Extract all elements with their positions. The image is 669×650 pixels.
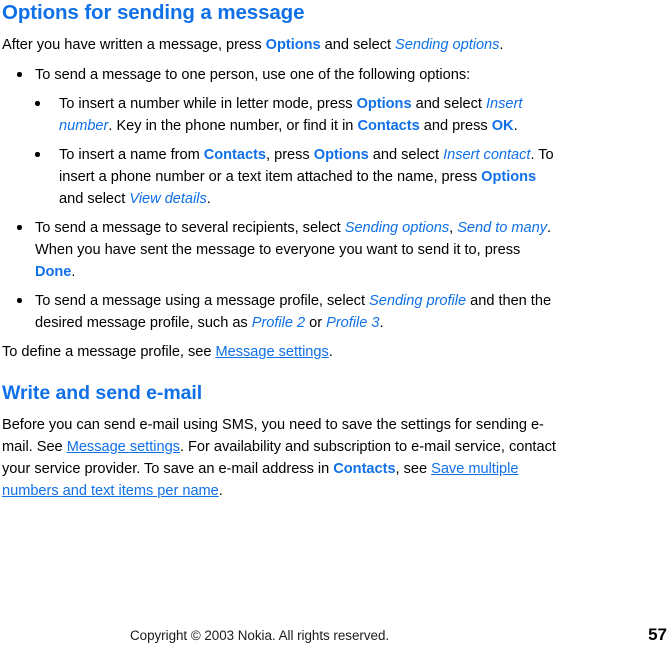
send-many-text-1: To send a message to several recipients,… [35,220,345,236]
menu-view-details: View details [129,191,207,207]
list-item: To send a message to several recipients,… [2,217,562,283]
subsection-title: Write and send e-mail [2,382,203,404]
insert-number-text-1: To insert a number while in letter mode,… [59,96,357,112]
key-options: Options [313,147,369,163]
closing-text-1: To define a message profile, see [2,344,216,360]
send-one-person-sublist: To insert a number while in letter mode,… [35,93,562,210]
send-many-text-2: , [449,220,458,236]
email-text-4: . [218,483,223,499]
bullet-dot-icon [35,152,40,157]
insert-number-text-4: and press [419,118,492,134]
bullet-send-one-person-text: To send a message to one person, use one… [35,67,471,83]
insert-contact-text-2: , press [266,147,314,163]
list-item: To send a message using a message profil… [2,290,562,334]
page-footer: Copyright © 2003 Nokia. All rights reser… [0,625,669,650]
menu-sending-profile: Sending profile [369,293,467,309]
intro-paragraph: After you have written a message, press … [2,34,562,56]
key-contacts: Contacts [203,147,267,163]
send-profile-text-4: . [379,315,384,331]
list-item: To insert a name from Contacts, press Op… [35,144,564,210]
menu-insert-contact: Insert contact [443,147,531,163]
bullet-dot-icon [35,101,40,106]
menu-profile-3: Profile 3 [326,315,380,331]
bullet-dot-icon [17,72,22,77]
key-options: Options [265,37,321,53]
intro-text-1: After you have written a message, press [2,37,266,53]
menu-send-to-many: Send to many [457,220,547,236]
intro-text-2: and select [320,37,396,53]
page-title: Options for sending a message [2,1,305,24]
key-contacts: Contacts [357,118,420,134]
list-item: To send a message to one person, use one… [2,64,562,210]
link-message-settings[interactable]: Message settings [216,344,329,360]
intro-text-3: . [499,37,504,53]
insert-contact-text-1: To insert a name from [59,147,204,163]
bullet-dot-icon [17,298,22,303]
key-done: Done [35,264,72,280]
key-contacts: Contacts [333,461,396,477]
menu-sending-options: Sending options [395,37,500,53]
link-message-settings[interactable]: Message settings [67,439,180,455]
insert-contact-text-5: and select [59,191,130,207]
closing-text-2: . [328,344,333,360]
insert-contact-text-3: and select [368,147,444,163]
insert-number-text-5: . [513,118,518,134]
email-text-3: , see [395,461,432,477]
send-profile-text-1: To send a message using a message profil… [35,293,370,309]
email-paragraph: Before you can send e-mail using SMS, yo… [2,414,562,502]
key-options: Options [356,96,412,112]
send-many-text-4: . [71,264,76,280]
insert-contact-text-6: . [206,191,211,207]
page-content: Options for sending a message After you … [2,0,602,502]
list-item: To insert a number while in letter mode,… [35,93,564,137]
menu-profile-2: Profile 2 [251,315,306,331]
menu-sending-options: Sending options [344,220,450,236]
document-page: Options for sending a message After you … [0,0,669,650]
key-ok: OK [491,118,514,134]
options-bullet-list: To send a message to one person, use one… [2,64,602,334]
key-options: Options [481,169,537,185]
send-profile-text-3: or [305,315,327,331]
copyright-notice: Copyright © 2003 Nokia. All rights reser… [130,628,390,643]
bullet-dot-icon [17,225,22,230]
insert-number-text-2: and select [411,96,486,112]
closing-paragraph: To define a message profile, see Message… [2,341,562,363]
page-number: 57 [648,625,667,644]
insert-number-text-3: . Key in the phone number, or find it in [108,118,358,134]
